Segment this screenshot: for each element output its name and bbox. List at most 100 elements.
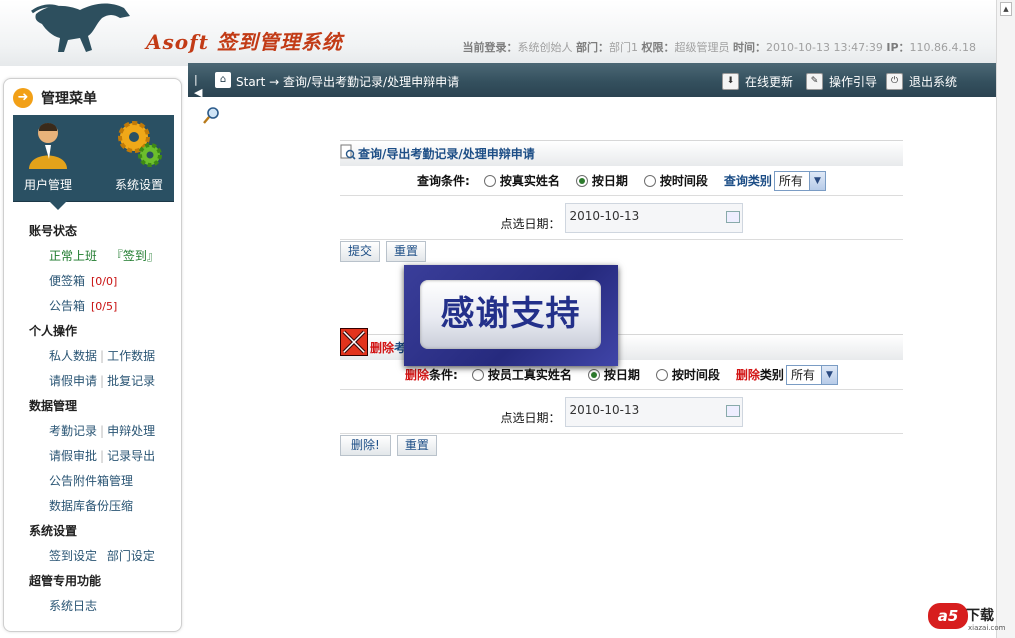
menu-item-backup: 数据库备份压缩 — [4, 494, 181, 519]
breadcrumb: Start → 查询/导出考勤记录/处理申辩申请 — [236, 75, 460, 89]
logo-text: Asoft 签到管理系统 — [146, 30, 343, 54]
sidebar-menu: 账号状态 正常上班 『签到』 便签箱 [0/0] 公告箱 [0/5] 个人操作 私人… — [4, 219, 181, 619]
menu-item-attendance: 考勤记录 | 申辩处理 — [49, 424, 156, 438]
delete-condition-label: 条件: — [429, 368, 458, 382]
delete-button-row: 删除! 重置 — [340, 435, 903, 457]
leave-request-link[interactable]: 请假申请 — [49, 374, 97, 388]
radio-delete-time-range[interactable]: 按时间段 — [655, 366, 720, 383]
top-header: Asoft 签到管理系统 当前登录：系统创始人 部门：部门1 权限：超级管理员 … — [0, 0, 996, 66]
section-data: 数据管理 — [29, 399, 78, 413]
home-icon[interactable]: ⌂ — [215, 72, 231, 88]
chevron-down-icon: ▼ — [808, 171, 825, 190]
delete-date-label: 点选日期： — [500, 411, 561, 425]
delete-date-row: 点选日期： 2010-10-13 — [340, 390, 903, 434]
delete-button[interactable]: 删除! — [340, 435, 391, 456]
dept-settings-link[interactable]: 部门设定 — [107, 549, 155, 563]
query-date-input[interactable]: 2010-10-13 — [564, 202, 743, 233]
menu-item-personal-data: 私人数据 | 工作数据 — [49, 349, 156, 363]
wrench-icon: ✎ — [806, 72, 823, 90]
section-system: 系统设置 — [29, 524, 78, 538]
logout-button[interactable]: ⏻ 退出系统 — [886, 72, 957, 90]
attendance-record-link[interactable]: 考勤记录 — [49, 424, 97, 438]
menu-item-settings: 签到设定 部门设定 — [4, 544, 181, 569]
search-icon[interactable] — [203, 107, 219, 124]
radio-real-name[interactable]: 按真实姓名 — [483, 172, 560, 189]
query-panel: 查询/导出考勤记录/处理申辩申请 查询条件: 按真实姓名 按日期 按时间段 查询… — [340, 140, 903, 263]
collapse-sidebar-icon[interactable]: |◀ — [194, 73, 206, 99]
horse-logo-icon — [31, 3, 130, 52]
menu-item-log: 系统日志 — [4, 594, 181, 619]
a5-logo: a5 — [928, 603, 968, 629]
signin-link[interactable]: 『签到』 — [111, 249, 159, 263]
private-data-link[interactable]: 私人数据 — [49, 349, 97, 363]
radio-employee-name[interactable]: 按员工真实姓名 — [471, 366, 572, 383]
section-personal: 个人操作 — [29, 324, 78, 338]
menu-item-note-box: 便签箱 [0/0] — [4, 269, 181, 294]
power-icon: ⏻ — [886, 72, 903, 90]
board-count: [0/5] — [91, 300, 118, 313]
sidebar-title: 管理菜单 — [41, 91, 97, 107]
calendar-icon[interactable] — [725, 404, 740, 417]
query-date-label: 点选日期： — [500, 217, 561, 231]
promo-overlay: 感谢支持 — [404, 265, 618, 366]
radio-delete-by-date[interactable]: 按日期 — [587, 366, 640, 383]
query-category-label: 查询类别 — [723, 174, 772, 188]
delete-category-label: 类别 — [759, 368, 784, 382]
section-account-status: 账号状态 — [29, 224, 78, 238]
reset-button[interactable]: 重置 — [386, 241, 427, 262]
radio-time-range[interactable]: 按时间段 — [643, 172, 708, 189]
menu-item-status: 正常上班 『签到』 — [4, 244, 181, 269]
query-panel-title: 查询/导出考勤记录/处理申辩申请 — [340, 140, 903, 166]
radio-by-date[interactable]: 按日期 — [575, 172, 628, 189]
query-condition-row: 查询条件: 按真实姓名 按日期 按时间段 查询类别 所有 ▼ — [340, 166, 903, 196]
menu-item-leave: 请假申请 | 批复记录 — [49, 374, 156, 388]
backup-link[interactable]: 数据库备份压缩 — [49, 499, 133, 513]
submit-button[interactable]: 提交 — [340, 241, 381, 262]
sidebar-tile-panel: 用户管理 系统设置 — [13, 115, 174, 210]
appeal-link[interactable]: 申辩处理 — [107, 424, 155, 438]
online-update-button[interactable]: ⬇ 在线更新 — [722, 72, 793, 90]
sidebar-header: ➜ 管理菜单 — [13, 87, 97, 109]
leave-review-link[interactable]: 请假审批 — [49, 449, 97, 463]
breadcrumb-bar: |◀ ⌂ Start → 查询/导出考勤记录/处理申辩申请 ⬇ 在线更新 ✎ 操作引… — [188, 63, 996, 99]
attachments-link[interactable]: 公告附件箱管理 — [49, 474, 133, 488]
menu-item-attachments: 公告附件箱管理 — [4, 469, 181, 494]
tile-user-label: 用户管理 — [23, 178, 72, 192]
gears-icon — [118, 121, 162, 167]
arrow-right-icon: ➜ — [13, 88, 33, 108]
section-super-admin: 超管专用功能 — [29, 574, 102, 588]
query-category-select[interactable]: 所有 ▼ — [773, 170, 826, 191]
delete-date-input[interactable]: 2010-10-13 — [564, 396, 743, 427]
watermark-site: xiazai.com — [968, 624, 1006, 632]
delete-x-icon — [340, 328, 368, 356]
delete-reset-button[interactable]: 重置 — [396, 435, 437, 456]
signin-settings-link[interactable]: 签到设定 — [49, 549, 97, 563]
calendar-icon[interactable] — [725, 210, 740, 223]
scroll-up-icon[interactable]: ▲ — [1000, 2, 1012, 16]
promo-text: 感谢支持 — [420, 280, 601, 349]
query-date-row: 点选日期： 2010-10-13 — [340, 196, 903, 240]
system-log-link[interactable]: 系统日志 — [49, 599, 97, 613]
tile-system-settings[interactable]: 系统设置 — [104, 119, 174, 193]
board-box-link[interactable]: 公告箱 — [49, 299, 85, 313]
search-doc-icon — [340, 144, 356, 160]
vertical-scrollbar[interactable]: ▲ — [996, 0, 1015, 638]
query-button-row: 提交 重置 — [340, 241, 903, 263]
note-count: [0/0] — [91, 275, 118, 288]
tile-system-label: 系统设置 — [114, 178, 163, 192]
work-data-link[interactable]: 工作数据 — [107, 349, 155, 363]
delete-category-select[interactable]: 所有 ▼ — [785, 364, 838, 385]
note-box-link[interactable]: 便签箱 — [49, 274, 85, 288]
tile-user-management[interactable]: 用户管理 — [13, 119, 83, 193]
download-site-watermark: a5 下载 xiazai.com — [928, 603, 1006, 633]
watermark-text: 下载 — [966, 608, 994, 624]
app-window: Asoft 签到管理系统 当前登录：系统创始人 部门：部门1 权限：超级管理员 … — [0, 0, 1015, 638]
download-icon: ⬇ — [722, 72, 739, 90]
sidebar: ➜ 管理菜单 用户管理 系统设置 账号状态 正常上班 『签到』 便签箱 [0/0… — [3, 78, 182, 632]
header-info: 当前登录：系统创始人 部门：部门1 权限：超级管理员 时间：2010-10-13… — [462, 41, 976, 54]
status-link[interactable]: 正常上班 — [49, 249, 97, 263]
approval-record-link[interactable]: 批复记录 — [107, 374, 155, 388]
chevron-down-icon: ▼ — [820, 365, 837, 384]
operation-guide-button[interactable]: ✎ 操作引导 — [806, 72, 877, 90]
export-link[interactable]: 记录导出 — [107, 449, 155, 463]
